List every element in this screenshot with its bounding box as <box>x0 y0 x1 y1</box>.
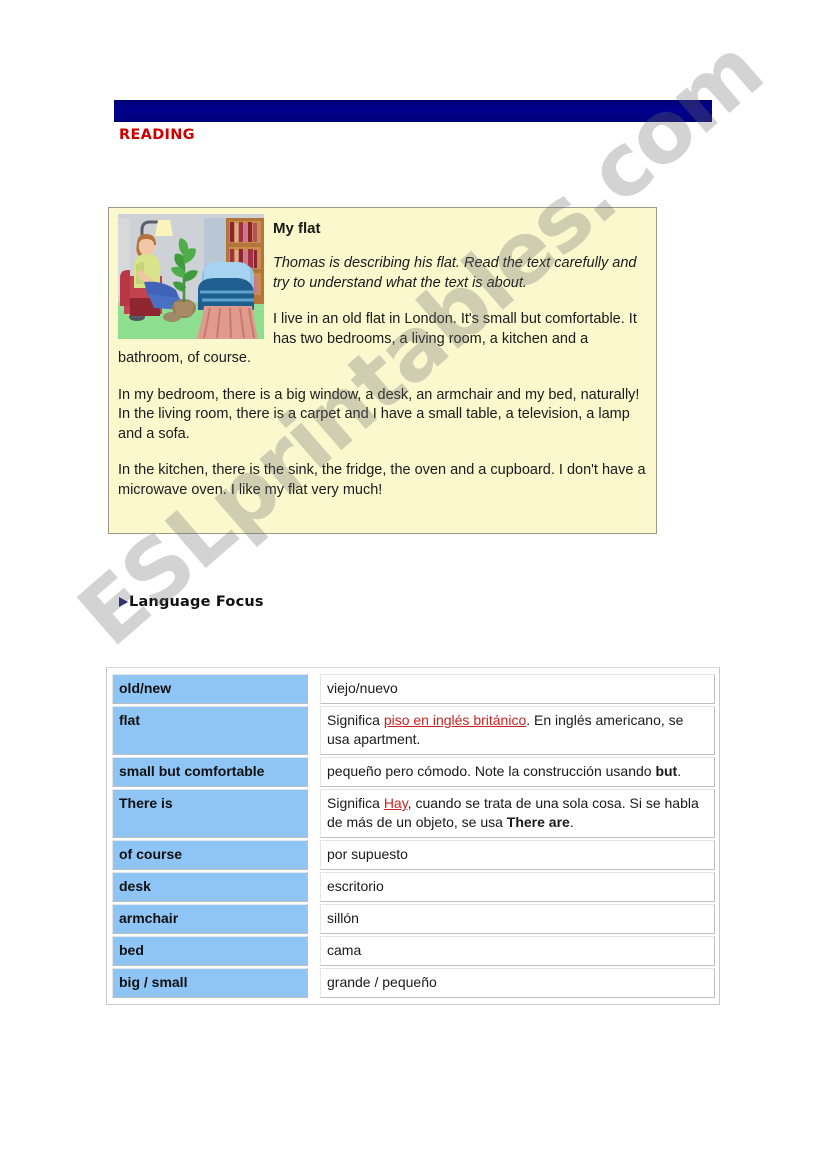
vocab-definition-cell: por supuesto <box>320 840 715 870</box>
vocab-definition-cell: Significa piso en inglés británico. En i… <box>320 706 715 755</box>
column-gap <box>308 968 320 998</box>
vocab-term-cell: big / small <box>112 968 308 998</box>
definition-text: sillón <box>327 910 359 926</box>
triangle-right-icon <box>119 597 128 607</box>
vocab-term-cell: of course <box>112 840 308 870</box>
table-row: bed cama <box>112 936 715 966</box>
vocab-term-cell: flat <box>112 706 308 755</box>
page-title: READING <box>119 127 195 143</box>
highlighted-term: piso en inglés británico <box>383 712 527 728</box>
vocab-definition-cell: cama <box>320 936 715 966</box>
column-gap <box>308 674 320 704</box>
vocabulary-table-container: old/new viejo/nuevo flat Significa piso en … <box>106 667 720 1005</box>
vocab-definition-cell: pequeño pero cómodo. Note la construcció… <box>320 757 715 787</box>
section-divider-bar <box>114 100 712 122</box>
language-focus-label: Language Focus <box>129 594 264 610</box>
definition-text: cama <box>327 942 362 958</box>
reading-paragraph-3: In the kitchen, there is the sink, the f… <box>118 462 646 498</box>
reading-passage-box: My flat Thomas is describing his flat. R… <box>108 207 657 534</box>
table-row: of course por supuesto <box>112 840 715 870</box>
emphasised-term: but <box>655 763 678 779</box>
column-gap <box>308 904 320 934</box>
definition-text: . <box>569 814 574 830</box>
column-gap <box>308 757 320 787</box>
definition-text: . <box>677 763 682 779</box>
vocab-term-cell: bed <box>112 936 308 966</box>
table-row: flat Significa piso en inglés británico. … <box>112 706 715 755</box>
definition-text: viejo/nuevo <box>327 680 398 696</box>
column-gap <box>308 706 320 755</box>
language-focus-heading: Language Focus <box>119 594 264 610</box>
living-room-illustration-icon <box>118 214 264 339</box>
definition-text: pequeño pero cómodo. Note la construcció… <box>327 763 656 779</box>
highlighted-term: Hay <box>383 795 408 811</box>
reading-paragraph-2: In my bedroom, there is a big window, a … <box>118 386 640 442</box>
emphasised-term: There are <box>506 814 570 830</box>
table-row: old/new viejo/nuevo <box>112 674 715 704</box>
vocab-definition-cell: grande / pequeño <box>320 968 715 998</box>
column-gap <box>308 936 320 966</box>
table-row: small but comfortable pequeño pero cómodo… <box>112 757 715 787</box>
column-gap <box>308 840 320 870</box>
reading-passage-content: My flat Thomas is describing his flat. R… <box>109 208 656 506</box>
definition-text: escritorio <box>327 878 384 894</box>
column-gap <box>308 789 320 838</box>
table-row: There is Significa Hay, cuando se trata d… <box>112 789 715 838</box>
vocab-definition-cell: escritorio <box>320 872 715 902</box>
definition-text: Significa <box>327 795 384 811</box>
vocab-term-cell: armchair <box>112 904 308 934</box>
vocab-term-cell: There is <box>112 789 308 838</box>
definition-text: grande / pequeño <box>327 974 437 990</box>
vocab-term-cell: small but comfortable <box>112 757 308 787</box>
table-row: big / small grande / pequeño <box>112 968 715 998</box>
vocab-definition-cell: Significa Hay, cuando se trata de una so… <box>320 789 715 838</box>
table-row: armchair sillón <box>112 904 715 934</box>
vocab-definition-cell: sillón <box>320 904 715 934</box>
vocab-term-cell: desk <box>112 872 308 902</box>
table-row: desk escritorio <box>112 872 715 902</box>
column-gap <box>308 872 320 902</box>
definition-text: por supuesto <box>327 846 408 862</box>
vocabulary-table: old/new viejo/nuevo flat Significa piso en … <box>112 672 715 1000</box>
vocab-term-cell: old/new <box>112 674 308 704</box>
definition-text: Significa <box>327 712 384 728</box>
vocab-definition-cell: viejo/nuevo <box>320 674 715 704</box>
